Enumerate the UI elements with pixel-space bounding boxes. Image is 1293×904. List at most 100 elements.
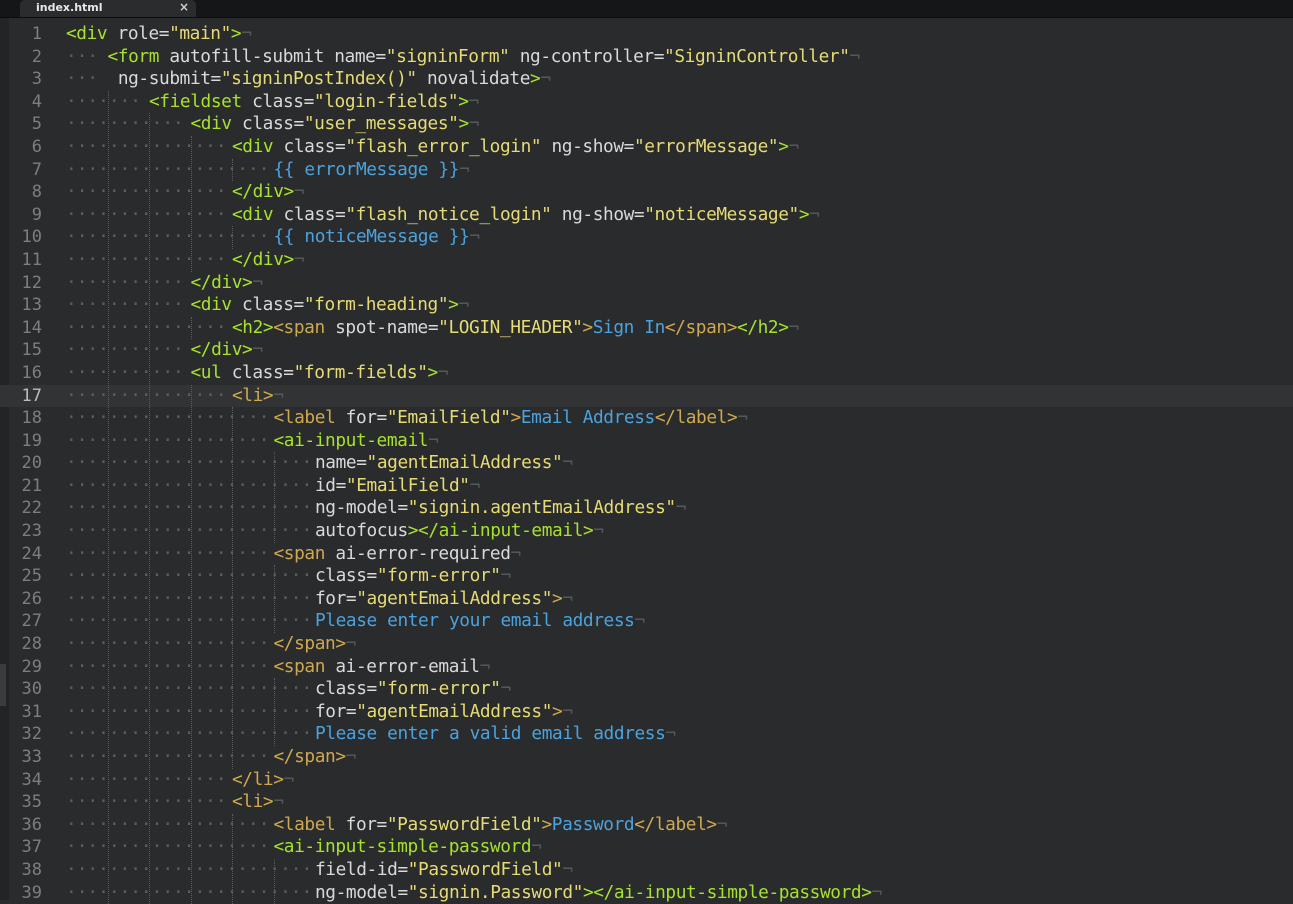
code-content: ······················· field-id="Passwor… — [66, 859, 573, 882]
code-line[interactable]: 37 ··················· <ai-input-simple-pa… — [0, 836, 1293, 859]
code-content: ··············· </li>¬ — [66, 769, 294, 792]
code-line[interactable]: 10 ···················{{ noticeMessage }}… — [0, 226, 1293, 249]
code-line[interactable]: 31 ······················· for="agentEmail… — [0, 701, 1293, 724]
code-line[interactable]: 2 ··· <form autofill-submit name="signinFo… — [0, 46, 1293, 69]
code-content: ······················· for="agentEmailAd… — [66, 587, 573, 611]
code-line[interactable]: 29 ··················· <span ai-error-emai… — [0, 656, 1293, 679]
code-content: ···················{{ errorMessage }}¬ — [66, 159, 470, 182]
code-token: ng-controller= — [509, 45, 665, 67]
return-icon: ¬ — [871, 881, 883, 903]
indent-dots: ··········· — [66, 339, 184, 361]
code-token: ng-model= — [315, 497, 408, 519]
return-icon: ¬ — [252, 271, 263, 293]
code-token: <div — [232, 203, 284, 225]
code-token: </label> — [634, 813, 717, 835]
code-line[interactable]: 33 ··················· </span>¬ — [0, 746, 1293, 769]
code-token: class= — [252, 90, 314, 112]
line-number: 29 — [21, 656, 42, 677]
code-line[interactable]: 3 ··· ng-submit="signinPostIndex()" noval… — [0, 68, 1293, 91]
code-line[interactable]: 6 ··············· <div class="flash_error_… — [0, 136, 1293, 159]
line-number: 9 — [31, 204, 42, 225]
code-line[interactable]: 4 ······· <fieldset class="login-fields">¬ — [0, 91, 1293, 114]
code-line[interactable]: 15 ··········· </div>¬ — [0, 339, 1293, 362]
line-number: 22 — [21, 498, 42, 519]
code-editor[interactable]: 1 <div role="main">¬ 2 ··· <form autofill-su… — [0, 18, 1293, 904]
code-line[interactable]: 39 ······················· ng-model="signi… — [0, 882, 1293, 904]
code-token: <ai-input-simple-password — [273, 836, 532, 858]
code-line[interactable]: 13 ··········· <div class="form-heading">¬ — [0, 294, 1293, 317]
line-number: 34 — [21, 769, 42, 790]
code-line[interactable]: 18 ··················· <label for="EmailFi… — [0, 407, 1293, 430]
code-line[interactable]: 35 ··············· <li>¬ — [0, 791, 1293, 814]
code-line[interactable]: 25 ······················· class="form-err… — [0, 565, 1293, 588]
line-number: 26 — [21, 588, 42, 609]
code-token: </div> — [190, 271, 253, 293]
code-line[interactable]: 34 ··············· </li>¬ — [0, 769, 1293, 792]
code-content: ··············· </div>¬ — [66, 249, 305, 272]
code-line[interactable]: 30 ······················· class="form-err… — [0, 678, 1293, 701]
code-token: for= — [315, 587, 357, 609]
code-token: > — [582, 316, 593, 338]
code-line[interactable]: 11 ··············· </div>¬ — [0, 249, 1293, 272]
line-number: 2 — [31, 46, 42, 67]
code-content: ··················· <span ai-error-requir… — [66, 542, 522, 566]
code-line[interactable]: 28 ··················· </span>¬ — [0, 633, 1293, 656]
code-lines[interactable]: 1 <div role="main">¬ 2 ··· <form autofill-su… — [0, 23, 1293, 904]
code-token: novalidate — [416, 68, 531, 90]
return-icon: ¬ — [500, 678, 512, 700]
line-number: 14 — [21, 317, 42, 338]
code-token: "agentEmailAddress" — [356, 587, 553, 609]
code-line[interactable]: 7 ···················{{ errorMessage }}¬ — [0, 159, 1293, 182]
code-line[interactable]: 12 ··········· </div>¬ — [0, 272, 1293, 295]
code-token: <ai-input-email — [273, 429, 429, 451]
code-token: </label> — [654, 407, 738, 429]
code-token: "flash_error_login" — [345, 135, 542, 157]
code-line[interactable]: 9 ··············· <div class="flash_notice… — [0, 204, 1293, 227]
tab-index-html[interactable]: index.html × — [20, 0, 196, 17]
code-line[interactable]: 20 ······················· name="agentEmai… — [0, 452, 1293, 475]
return-icon: ¬ — [469, 474, 481, 496]
code-token: id= — [315, 474, 346, 496]
code-line[interactable]: 23 ······················· autofocus></ai-… — [0, 520, 1293, 543]
return-icon: ¬ — [737, 407, 748, 429]
close-icon[interactable]: × — [179, 0, 189, 14]
code-line[interactable]: 16 ··········· <ul class="form-fields">¬ — [0, 362, 1293, 385]
code-line[interactable]: 14 ··············· <h2><span spot-name="LO… — [0, 317, 1293, 340]
line-number: 23 — [21, 521, 42, 542]
line-number: 4 — [31, 91, 42, 112]
indent-guide — [273, 859, 275, 904]
code-line[interactable]: 32 ······················· Please enter a … — [0, 723, 1293, 746]
code-content: ···················{{ noticeMessage }}¬ — [66, 226, 480, 249]
code-line[interactable]: 22 ······················· ng-model="signi… — [0, 497, 1293, 520]
code-content: ··· <form autofill-submit name="signinFor… — [66, 45, 860, 69]
code-content: ··················· <ai-input-simple-pass… — [66, 836, 542, 859]
code-line[interactable]: 24 ··················· <span ai-error-requ… — [0, 543, 1293, 566]
line-number: 20 — [21, 453, 42, 474]
code-line[interactable]: 17 ··············· <li>¬ — [0, 384, 1293, 408]
code-content: ··············· </div>¬ — [66, 181, 305, 204]
indent-guide — [232, 226, 233, 249]
code-line[interactable]: 1 <div role="main">¬ — [0, 23, 1293, 46]
code-line[interactable]: 5 ··········· <div class="user_messages">¬ — [0, 113, 1293, 136]
code-line[interactable]: 8 ··············· </div>¬ — [0, 181, 1293, 204]
line-number: 15 — [21, 340, 42, 361]
code-line[interactable]: 19 ··················· <ai-input-email¬ — [0, 430, 1293, 453]
code-line[interactable]: 36 ··················· <label for="Passwor… — [0, 814, 1293, 837]
return-icon: ¬ — [510, 542, 522, 564]
code-line[interactable]: 21 ······················· id="EmailField"… — [0, 475, 1293, 498]
code-line[interactable]: 38 ······················· field-id="Passw… — [0, 859, 1293, 882]
code-token: "LOGIN_HEADER" — [438, 316, 583, 338]
code-token: > — [552, 700, 563, 722]
return-icon: ¬ — [540, 68, 551, 90]
code-token: class= — [315, 678, 377, 700]
code-line[interactable]: 26 ······················· for="agentEmail… — [0, 588, 1293, 611]
code-line[interactable]: 27 ······················· Please enter yo… — [0, 610, 1293, 633]
indent-dots: ··················· — [66, 429, 270, 451]
code-token: <label — [273, 813, 346, 835]
code-token: > — [778, 135, 789, 157]
code-content: ··········· <div class="user_messages">¬ — [66, 113, 480, 136]
indent-dots: ··········· — [66, 271, 184, 293]
code-content: ··········· <div class="form-heading">¬ — [66, 294, 469, 317]
line-number: 36 — [21, 814, 42, 835]
code-token: "errorMessage" — [633, 135, 779, 157]
